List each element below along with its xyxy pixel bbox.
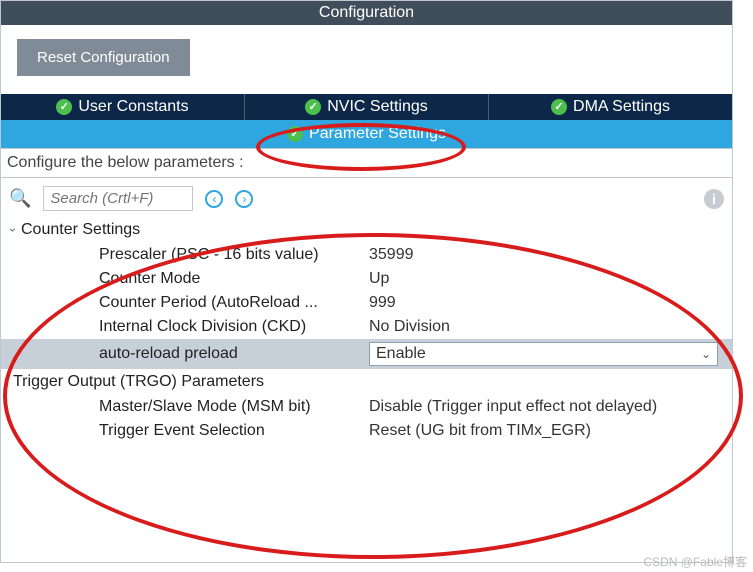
tab-user-constants[interactable]: User Constants	[1, 94, 244, 120]
chevron-down-icon: ›	[6, 228, 20, 232]
tab-parameter-settings[interactable]: Parameter Settings	[1, 120, 732, 148]
watermark: CSDN @Fable博客	[643, 553, 747, 570]
param-value: Up	[369, 270, 732, 288]
param-label: auto-reload preload	[99, 345, 369, 363]
group-trgo-parameters[interactable]: ‹ Trigger Output (TRGO) Parameters	[1, 369, 732, 395]
tab-nvic-settings[interactable]: NVIC Settings	[244, 94, 488, 120]
param-row[interactable]: Trigger Event SelectionReset (UG bit fro…	[1, 419, 732, 443]
search-row: 🔍 ‹ ›	[1, 178, 732, 217]
search-icon[interactable]: 🔍	[9, 188, 31, 209]
param-row[interactable]: Prescaler (PSC - 16 bits value)35999	[1, 243, 732, 267]
subtitle: Configure the below parameters :	[1, 148, 732, 178]
param-value: Disable (Trigger input effect not delaye…	[369, 398, 732, 416]
param-value: 999	[369, 294, 732, 312]
next-match-button[interactable]: ›	[235, 190, 253, 208]
param-label: Internal Clock Division (CKD)	[99, 318, 369, 336]
tab-label: Parameter Settings	[309, 125, 446, 143]
param-label: Counter Period (AutoReload ...	[99, 294, 369, 312]
parameter-tree: › Counter Settings Prescaler (PSC - 16 b…	[1, 217, 732, 443]
chevron-icon: ‹	[5, 375, 9, 389]
check-icon	[287, 126, 303, 142]
check-icon	[551, 99, 567, 115]
param-row[interactable]: Internal Clock Division (CKD)No Division	[1, 315, 732, 339]
group-title: Trigger Output (TRGO) Parameters	[13, 373, 264, 391]
prev-match-button[interactable]: ‹	[205, 190, 223, 208]
param-label: Counter Mode	[99, 270, 369, 288]
tab-label: DMA Settings	[573, 98, 670, 116]
param-label: Master/Slave Mode (MSM bit)	[99, 398, 369, 416]
group-title: Counter Settings	[21, 221, 140, 239]
tab-label: User Constants	[78, 98, 188, 116]
param-value: No Division	[369, 318, 732, 336]
tab-dma-settings[interactable]: DMA Settings	[488, 94, 732, 120]
param-row[interactable]: Counter Period (AutoReload ...999	[1, 291, 732, 315]
toolbar: Reset Configuration	[1, 25, 732, 94]
tabs-row-1: User Constants NVIC Settings DMA Setting…	[1, 94, 732, 120]
chevron-down-icon[interactable]: ⌄	[701, 347, 711, 361]
param-value: 35999	[369, 246, 732, 264]
param-value[interactable]: Enable⌄	[369, 342, 718, 366]
config-panel: Configuration Reset Configuration User C…	[0, 0, 733, 563]
check-icon	[305, 99, 321, 115]
reset-config-button[interactable]: Reset Configuration	[17, 39, 190, 76]
tab-label: NVIC Settings	[327, 98, 427, 116]
info-icon[interactable]	[704, 189, 724, 209]
param-value: Reset (UG bit from TIMx_EGR)	[369, 422, 732, 440]
param-label: Trigger Event Selection	[99, 422, 369, 440]
group-counter-settings[interactable]: › Counter Settings	[1, 217, 732, 243]
check-icon	[56, 99, 72, 115]
search-input[interactable]	[43, 186, 193, 211]
param-row[interactable]: Master/Slave Mode (MSM bit)Disable (Trig…	[1, 395, 732, 419]
panel-title: Configuration	[1, 1, 732, 25]
param-row[interactable]: auto-reload preloadEnable⌄	[1, 339, 732, 369]
param-label: Prescaler (PSC - 16 bits value)	[99, 246, 369, 264]
param-row[interactable]: Counter ModeUp	[1, 267, 732, 291]
